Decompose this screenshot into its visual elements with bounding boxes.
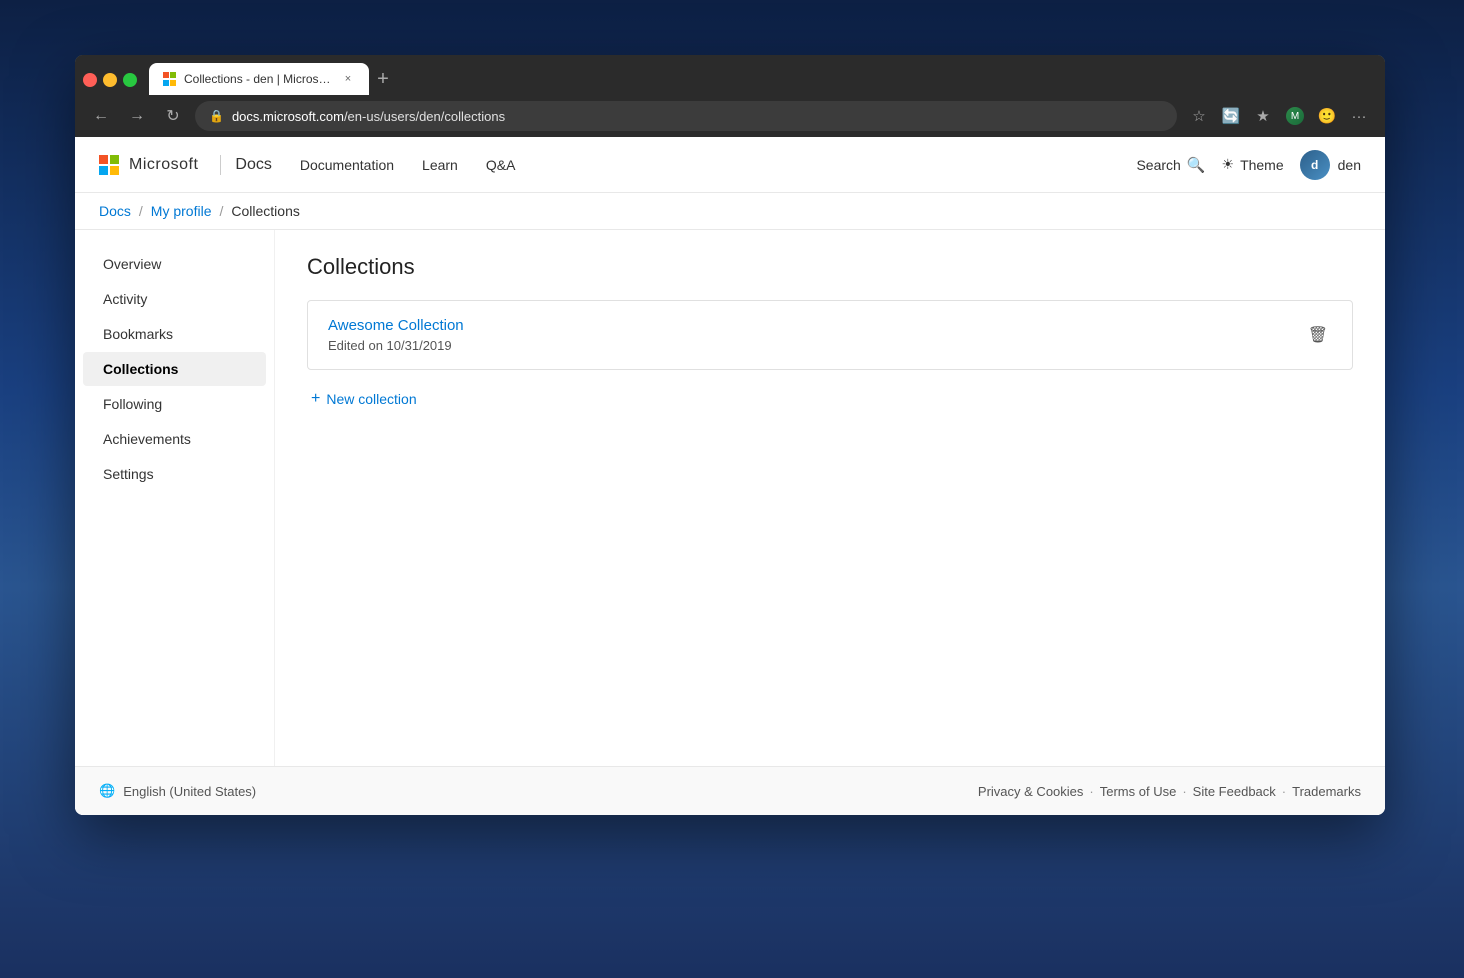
page-content: Microsoft Docs Documentation Learn Q&A S… [75,137,1385,815]
new-tab-button[interactable]: + [369,67,397,95]
minimize-traffic-light[interactable] [103,73,117,87]
theme-label: Theme [1240,157,1284,173]
ms-squares-icon [99,155,119,175]
search-button[interactable]: Search 🔍 [1136,156,1205,174]
main-content: Collections Awesome Collection Edited on… [275,230,1385,766]
breadcrumb-docs[interactable]: Docs [99,203,131,219]
url-bar[interactable]: 🔒 docs.microsoft.com/en-us/users/den/col… [195,101,1177,131]
plus-icon: + [311,390,320,408]
sidebar-item-activity[interactable]: Activity [83,282,266,316]
traffic-lights [83,73,137,95]
browser-chrome: Collections - den | Microsoft D... × + ←… [75,55,1385,137]
collection-info: Awesome Collection Edited on 10/31/2019 [328,317,1304,353]
avatar[interactable]: d [1300,150,1330,180]
globe-icon: 🌐 [99,783,115,799]
theme-icon: ☀ [1222,156,1235,173]
lock-icon: 🔒 [209,109,224,123]
maximize-traffic-light[interactable] [123,73,137,87]
breadcrumb-current: Collections [231,203,299,219]
nav-links: Documentation Learn Q&A [288,149,528,181]
collection-card[interactable]: Awesome Collection Edited on 10/31/2019 … [307,300,1353,370]
sidebar-item-overview[interactable]: Overview [83,247,266,281]
emoji-button[interactable]: 🙂 [1313,102,1341,130]
back-button[interactable]: ← [87,102,115,130]
footer-privacy[interactable]: Privacy & Cookies [978,784,1083,799]
forward-button[interactable]: → [123,102,151,130]
extensions-button[interactable]: 🔄 [1217,102,1245,130]
refresh-button[interactable]: ↻ [159,102,187,130]
url-domain: docs.microsoft.com [232,109,344,124]
site-footer: 🌐 English (United States) Privacy & Cook… [75,766,1385,815]
browser-actions: ☆ 🔄 ★ M 🙂 ··· [1185,102,1373,130]
nav-learn[interactable]: Learn [410,149,470,181]
browser-window: Collections - den | Microsoft D... × + ←… [75,55,1385,815]
address-bar: ← → ↻ 🔒 docs.microsoft.com/en-us/users/d… [75,95,1385,137]
search-icon: 🔍 [1187,156,1206,174]
footer-locale: 🌐 English (United States) [99,783,256,799]
close-traffic-light[interactable] [83,73,97,87]
collections-button[interactable]: ★ [1249,102,1277,130]
footer-feedback[interactable]: Site Feedback [1193,784,1276,799]
settings-button[interactable]: ··· [1345,102,1373,130]
sidebar: Overview Activity Bookmarks Collections … [75,230,275,766]
header-right: Search 🔍 ☀ Theme d den [1136,150,1361,180]
microsoft-logo[interactable]: Microsoft [99,155,198,175]
sidebar-item-settings[interactable]: Settings [83,457,266,491]
breadcrumb: Docs / My profile / Collections [75,193,1385,230]
sidebar-item-achievements[interactable]: Achievements [83,422,266,456]
breadcrumb-sep-2: / [219,203,223,219]
profile-button[interactable]: M [1281,102,1309,130]
locale-text: English (United States) [123,784,256,799]
footer-terms[interactable]: Terms of Use [1100,784,1177,799]
url-path: /en-us/users/den/collections [344,109,505,124]
search-label: Search [1136,157,1180,173]
sidebar-item-bookmarks[interactable]: Bookmarks [83,317,266,351]
favorites-button[interactable]: ☆ [1185,102,1213,130]
nav-qa[interactable]: Q&A [474,149,528,181]
theme-button[interactable]: ☀ Theme [1222,156,1284,173]
collection-name[interactable]: Awesome Collection [328,317,1304,334]
sidebar-item-collections[interactable]: Collections [83,352,266,386]
active-tab[interactable]: Collections - den | Microsoft D... × [149,63,369,95]
new-collection-button[interactable]: + New collection [307,382,1353,416]
tab-favicon [163,72,176,86]
footer-links: Privacy & Cookies · Terms of Use · Site … [978,784,1361,799]
tab-bar: Collections - den | Microsoft D... × + [75,55,1385,95]
user-area[interactable]: d den [1300,150,1361,180]
page-title: Collections [307,254,1353,280]
nav-documentation[interactable]: Documentation [288,149,406,181]
header-divider [220,155,221,175]
breadcrumb-myprofile[interactable]: My profile [151,203,212,219]
sidebar-item-following[interactable]: Following [83,387,266,421]
main-layout: Overview Activity Bookmarks Collections … [75,230,1385,766]
delete-collection-button[interactable]: 🗑 [1304,321,1332,349]
footer-trademarks[interactable]: Trademarks [1292,784,1361,799]
tab-title: Collections - den | Microsoft D... [184,72,333,86]
site-header: Microsoft Docs Documentation Learn Q&A S… [75,137,1385,193]
new-collection-label: New collection [326,391,416,407]
breadcrumb-sep-1: / [139,203,143,219]
tab-close-button[interactable]: × [341,71,355,87]
site-name[interactable]: Docs [235,156,271,174]
collection-meta: Edited on 10/31/2019 [328,338,1304,353]
microsoft-label: Microsoft [129,156,198,174]
url-display: docs.microsoft.com/en-us/users/den/colle… [232,109,505,124]
user-name: den [1338,157,1361,173]
